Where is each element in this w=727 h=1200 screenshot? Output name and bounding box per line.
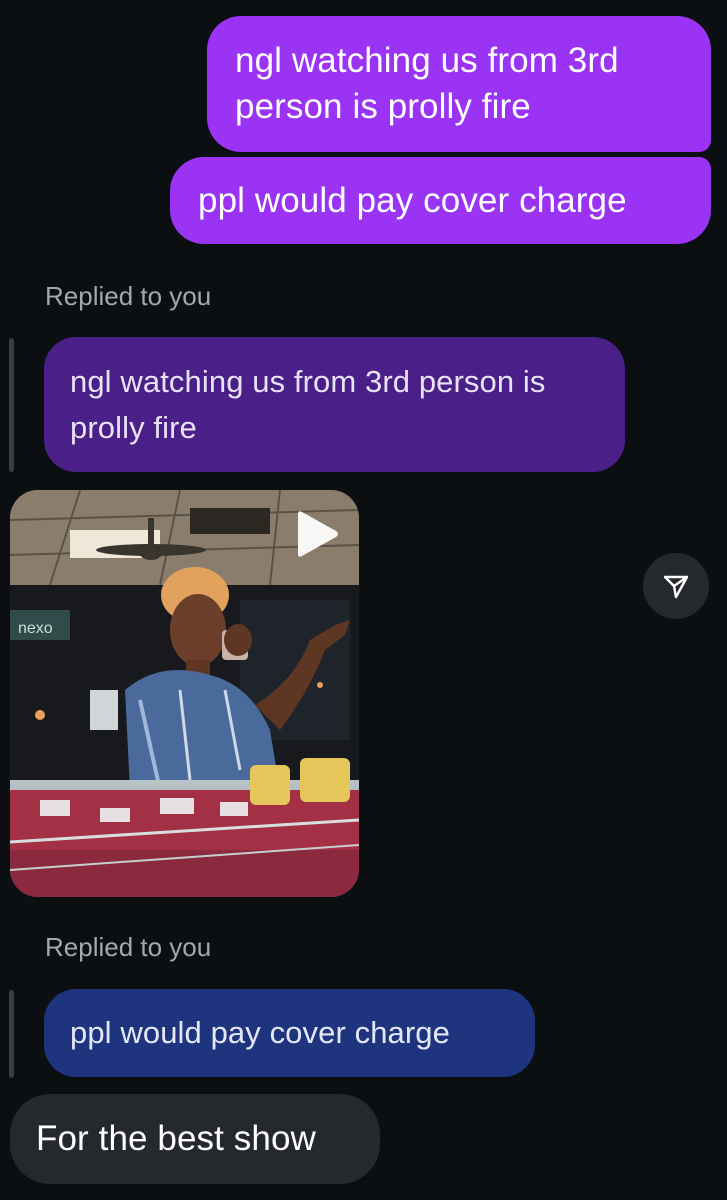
quoted-message[interactable]: ppl would pay cover charge: [44, 989, 535, 1077]
message-text: ppl would pay cover charge: [198, 180, 627, 220]
replied-to-you-label: Replied to you: [45, 932, 212, 962]
received-message[interactable]: For the best show: [10, 1094, 380, 1184]
reply-indicator-bar: [9, 990, 14, 1078]
sent-message[interactable]: ngl watching us from 3rd person is proll…: [207, 16, 711, 152]
quoted-message[interactable]: ngl watching us from 3rd person is proll…: [44, 337, 625, 472]
share-button[interactable]: [643, 553, 709, 619]
sent-message[interactable]: ppl would pay cover charge: [170, 157, 711, 244]
chat-thread: ngl watching us from 3rd person is proll…: [0, 0, 727, 1200]
play-icon[interactable]: [294, 510, 340, 558]
replied-to-you-label: Replied to you: [45, 281, 212, 311]
svg-text:nexo: nexo: [18, 620, 53, 637]
message-text: For the best show: [36, 1119, 316, 1158]
send-icon: [663, 575, 689, 599]
quoted-text: ngl watching us from 3rd person is proll…: [70, 363, 546, 445]
quoted-text: ppl would pay cover charge: [70, 1015, 450, 1050]
reply-indicator-bar: [9, 338, 14, 472]
message-text: ngl watching us from 3rd person is proll…: [235, 41, 619, 126]
